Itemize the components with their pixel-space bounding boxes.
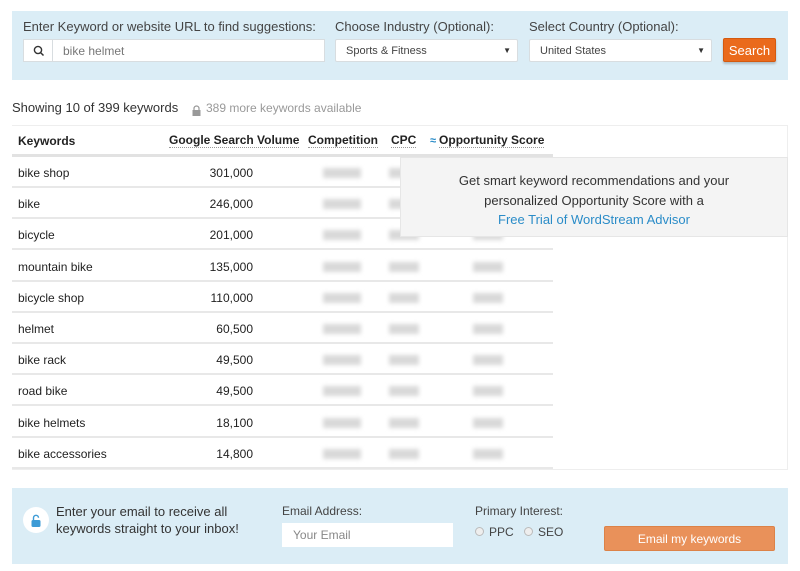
competition-blurred: [323, 448, 361, 459]
interest-label: Primary Interest:: [475, 504, 564, 518]
keyword-cell: mountain bike: [18, 259, 93, 274]
volume-cell: 49,500: [216, 384, 253, 399]
free-trial-link[interactable]: Free Trial of WordStream Advisor: [498, 212, 690, 227]
country-label: Select Country (Optional):: [529, 19, 679, 34]
country-value: United States: [540, 44, 607, 57]
more-keywords-link[interactable]: 389 more keywords available: [206, 101, 361, 115]
competition-blurred: [323, 324, 361, 334]
competition-blurred: [323, 417, 361, 428]
opportunity-blurred: [473, 417, 503, 428]
table-row: bike accessories 14,800: [12, 438, 553, 469]
volume-cell: 201,000: [209, 228, 253, 243]
volume-cell: 14,800: [216, 446, 253, 461]
radio-seo-label: SEO: [538, 525, 564, 539]
competition-blurred: [323, 386, 361, 397]
keyword-cell: bike shop: [18, 166, 70, 180]
opportunity-blurred: [473, 355, 503, 366]
volume-cell: 301,000: [209, 166, 253, 180]
email-label: Email Address:: [282, 504, 363, 518]
keyword-label: Enter Keyword or website URL to find sug…: [23, 19, 316, 34]
keyword-cell: bicycle: [18, 228, 55, 243]
dropdown-arrow-icon: ▼: [503, 46, 511, 55]
table-row: bike helmets 18,100: [12, 407, 553, 438]
email-input[interactable]: Your Email: [282, 523, 453, 547]
table-row: mountain bike 135,000: [12, 251, 553, 282]
keyword-cell: road bike: [18, 384, 68, 399]
industry-select[interactable]: Sports & Fitness ▼: [335, 39, 518, 62]
volume-cell: 135,000: [209, 259, 253, 274]
volume-cell: 110,000: [210, 290, 254, 305]
radio-ppc[interactable]: [475, 527, 484, 536]
cpc-blurred: [389, 355, 419, 366]
opportunity-blurred: [473, 448, 503, 459]
competition-blurred: [323, 230, 361, 241]
competition-blurred: [323, 199, 361, 210]
competition-blurred: [323, 168, 361, 178]
cpc-blurred: [389, 448, 419, 459]
industry-value: Sports & Fitness: [346, 44, 427, 57]
email-keywords-button[interactable]: Email my keywords: [604, 526, 775, 551]
keyword-cell: bicycle shop: [18, 290, 85, 305]
industry-label: Choose Industry (Optional):: [335, 19, 494, 34]
opportunity-blurred: [473, 292, 503, 303]
cpc-blurred: [389, 292, 419, 303]
keyword-cell: helmet: [18, 322, 55, 336]
col-competition[interactable]: Competition: [308, 125, 378, 156]
competition-blurred: [323, 261, 361, 272]
competition-blurred: [323, 355, 361, 366]
keyword-cell: bike rack: [18, 353, 67, 368]
table-row: road bike 49,500: [12, 375, 553, 407]
promo-text: personalized Opportunity Score with a: [484, 192, 704, 208]
volume-cell: 49,500: [216, 353, 253, 368]
col-opportunity-score[interactable]: ≈ Opportunity Score: [430, 125, 545, 156]
keyword-input[interactable]: bike helmet: [52, 39, 325, 62]
cpc-blurred: [389, 324, 419, 334]
country-select[interactable]: United States ▼: [529, 39, 712, 62]
cpc-blurred: [389, 417, 419, 428]
col-cpc[interactable]: CPC: [391, 125, 417, 156]
keyword-cell: bike helmets: [18, 415, 86, 430]
search-icon: [23, 39, 53, 62]
wordstream-wave-icon: ≈: [430, 134, 437, 147]
cpc-blurred: [389, 261, 419, 272]
competition-blurred: [323, 292, 361, 303]
col-keywords: Keywords: [18, 133, 76, 148]
dropdown-arrow-icon: ▼: [697, 46, 705, 55]
col-search-volume[interactable]: Google Search Volume: [169, 125, 300, 156]
volume-cell: 18,100: [216, 415, 253, 430]
lock-icon: [23, 507, 49, 533]
table-row: bicycle shop 110,000: [12, 282, 553, 313]
opportunity-blurred: [473, 324, 503, 334]
volume-cell: 60,500: [216, 322, 253, 336]
lock-icon: [192, 103, 201, 121]
radio-seo[interactable]: [524, 527, 533, 536]
cpc-blurred: [389, 386, 419, 397]
opportunity-blurred: [473, 386, 503, 397]
table-row: bike rack 49,500: [12, 344, 553, 376]
results-count: Showing 10 of 399 keywords: [12, 100, 179, 115]
volume-cell: 246,000: [209, 197, 253, 212]
email-prompt: Enter your email to receive all keywords …: [56, 504, 239, 536]
keyword-cell: bike accessories: [18, 446, 107, 461]
opportunity-blurred: [473, 261, 503, 272]
promo-text: Get smart keyword recommendations and yo…: [458, 173, 730, 188]
upgrade-promo: Get smart keyword recommendations and yo…: [400, 157, 788, 237]
table-row: helmet 60,500: [12, 313, 553, 344]
radio-ppc-label: PPC: [489, 525, 514, 539]
search-button[interactable]: Search: [723, 38, 776, 62]
keyword-cell: bike: [18, 197, 41, 212]
